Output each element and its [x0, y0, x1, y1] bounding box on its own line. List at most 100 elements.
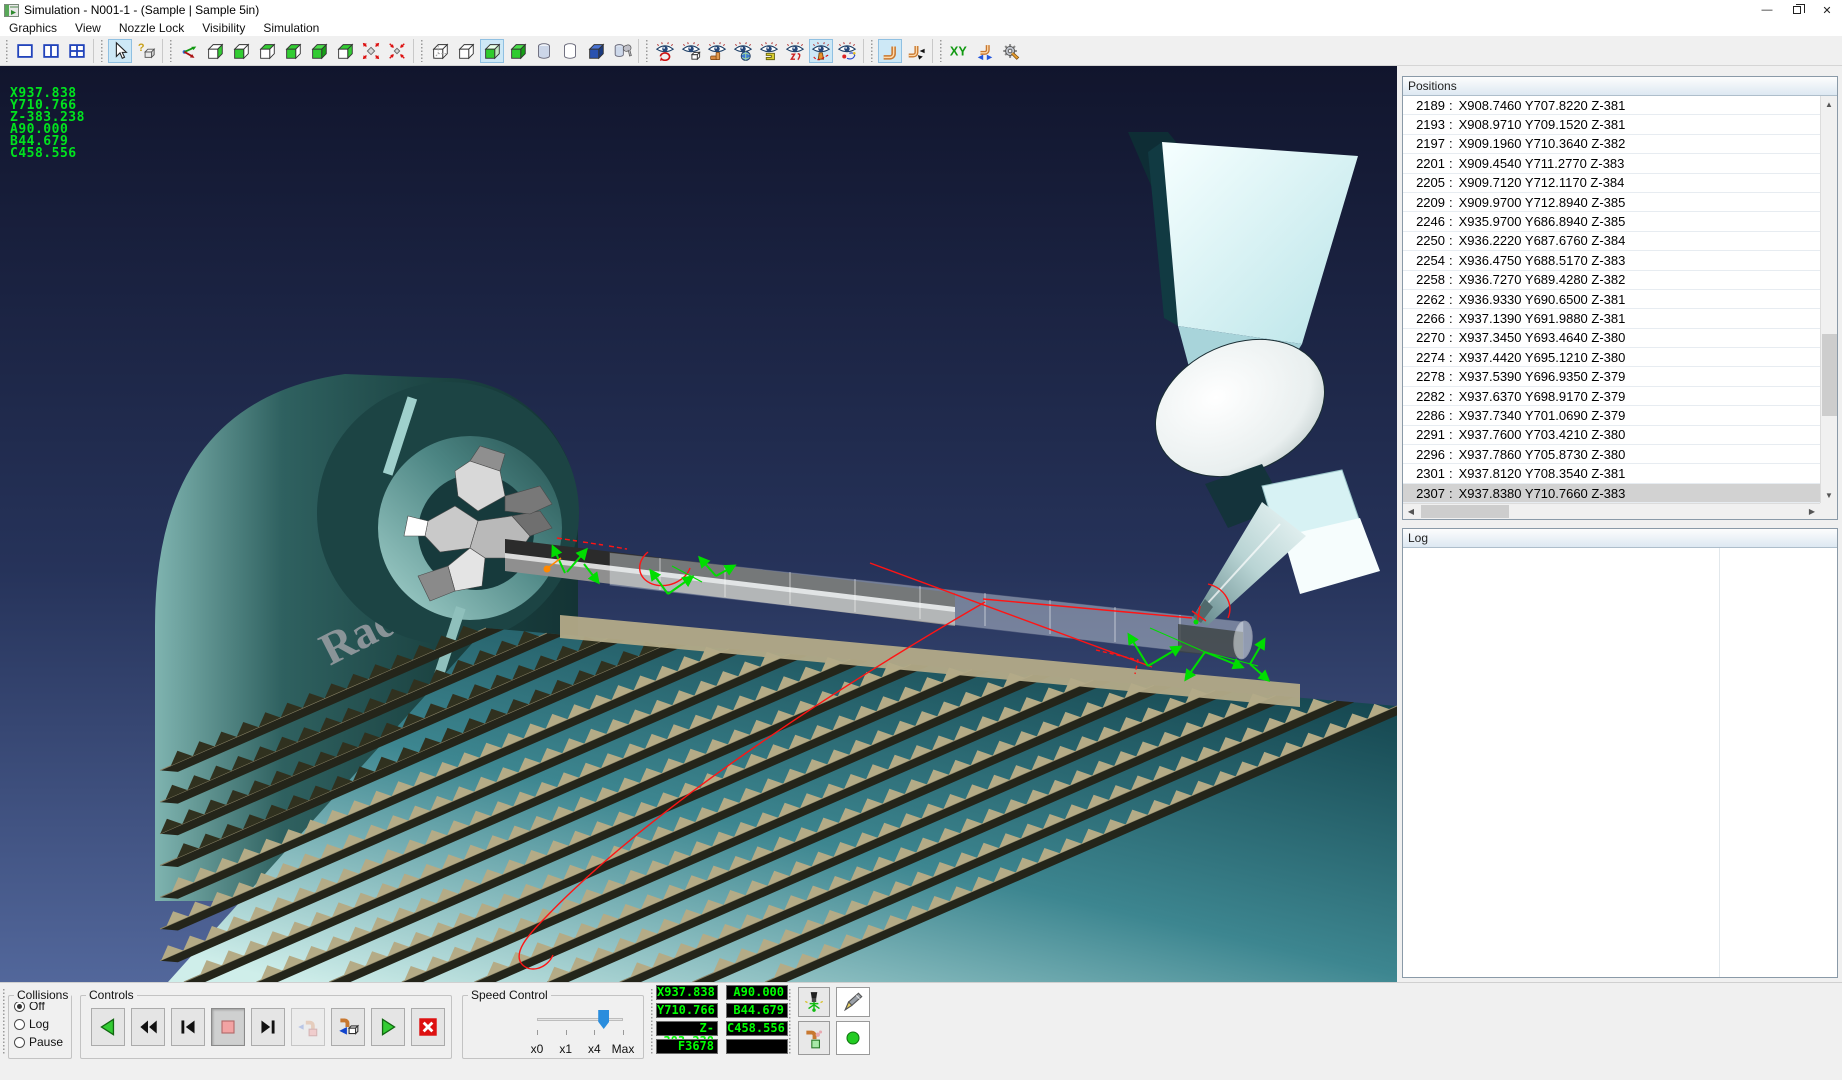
toolbar-button-view-cube-solid[interactable] [307, 39, 331, 63]
toolbar-button-cube-outline[interactable] [454, 39, 478, 63]
vscroll-thumb[interactable] [1822, 334, 1837, 416]
collision-option-pause[interactable]: Pause [14, 1034, 71, 1050]
hscroll-thumb[interactable] [1421, 505, 1509, 518]
toolbar-button-view-cube-front[interactable] [229, 39, 253, 63]
position-row[interactable]: 2201:X909.4540 Y711.2770 Z-383 [1403, 154, 1820, 173]
toolbar-button-axes-triad[interactable] [177, 39, 201, 63]
menu-view[interactable]: View [66, 20, 110, 36]
menu-simulation[interactable]: Simulation [254, 20, 328, 36]
scroll-left-icon[interactable]: ◀ [1403, 504, 1419, 519]
toolbar-button-zoom-extents[interactable] [359, 39, 383, 63]
toolbar-button-eye-profile[interactable] [783, 39, 807, 63]
toolbar-gripper[interactable] [645, 40, 649, 62]
toolbar-button-view-cube-left[interactable] [203, 39, 227, 63]
restore-button[interactable] [1782, 0, 1812, 20]
scroll-down-icon[interactable]: ▼ [1821, 487, 1837, 503]
radio-icon[interactable] [14, 1037, 25, 1048]
position-row[interactable]: 2254:X936.4750 Y688.5170 Z-383 [1403, 251, 1820, 270]
position-row[interactable]: 2262:X936.9330 Y690.6500 Z-381 [1403, 290, 1820, 309]
position-row[interactable]: 2270:X937.3450 Y693.4640 Z-380 [1403, 329, 1820, 348]
toolbar-button-eye-toolpath[interactable] [809, 39, 833, 63]
viewport-3d[interactable]: Radtube [0, 66, 1397, 982]
control-button-abort[interactable] [411, 1008, 445, 1046]
toolbar-button-query-cube[interactable]: ? [134, 39, 158, 63]
toolbar-button-tube-segment[interactable] [878, 39, 902, 63]
minimize-button[interactable]: — [1752, 0, 1782, 20]
radio-icon[interactable] [14, 1001, 25, 1012]
position-row[interactable]: 2282:X937.6370 Y698.9170 Z-379 [1403, 387, 1820, 406]
control-button-play-forward[interactable] [371, 1008, 405, 1046]
positions-horizontal-scrollbar[interactable]: ◀ ▶ [1403, 503, 1820, 519]
toolbar-button-cursor-arrow[interactable] [108, 39, 132, 63]
close-button[interactable]: ✕ [1812, 0, 1842, 20]
toolbar-button-eye-world[interactable] [731, 39, 755, 63]
toolbar-gripper[interactable] [420, 40, 424, 62]
toolbar-button-xy-readout[interactable]: XY [947, 39, 971, 63]
toolbar-button-view-cube-back[interactable] [333, 39, 357, 63]
toolbar-button-cylinder-shaded[interactable] [532, 39, 556, 63]
toolbar-button-settings-gear[interactable] [999, 39, 1023, 63]
toolbar-gripper[interactable] [2, 989, 6, 1055]
position-row[interactable]: 2301:X937.8120 Y708.3540 Z-381 [1403, 464, 1820, 483]
slider-track[interactable] [537, 1018, 623, 1021]
toolbar-gripper[interactable] [870, 40, 874, 62]
toolbar-button-view-cube-right[interactable] [281, 39, 305, 63]
toolbar-button-eye-points[interactable] [835, 39, 859, 63]
toolbar-gripper[interactable] [939, 40, 943, 62]
control-button-step-first[interactable] [171, 1008, 205, 1046]
position-row[interactable]: 2205:X909.7120 Y712.1170 Z-384 [1403, 174, 1820, 193]
toolbar-gripper[interactable] [169, 40, 173, 62]
toolbar-button-pane-quad[interactable] [65, 39, 89, 63]
quick-button-tube-inspect[interactable] [798, 1021, 830, 1055]
toolbar-button-eye-stock[interactable] [679, 39, 703, 63]
quick-button-green-stop-dot[interactable] [836, 1021, 870, 1055]
toolbar-button-cube-solid-green[interactable] [506, 39, 530, 63]
control-button-run-to-point[interactable] [331, 1008, 365, 1046]
toolbar-button-pane-split[interactable] [39, 39, 63, 63]
menu-nozzle-lock[interactable]: Nozzle Lock [110, 20, 193, 36]
quick-button-nozzle-fire[interactable] [798, 987, 830, 1017]
menu-visibility[interactable]: Visibility [193, 20, 254, 36]
position-row[interactable]: 2307:X937.8380 Y710.7660 Z-383 [1403, 484, 1820, 503]
position-row[interactable]: 2286:X937.7340 Y701.0690 Z-379 [1403, 406, 1820, 425]
position-row[interactable]: 2266:X937.1390 Y691.9880 Z-381 [1403, 309, 1820, 328]
menu-graphics[interactable]: Graphics [0, 20, 66, 36]
toolbar-button-zoom-window[interactable] [385, 39, 409, 63]
scroll-up-icon[interactable]: ▲ [1821, 96, 1837, 112]
control-button-play-reverse[interactable] [91, 1008, 125, 1046]
toolbar-button-cube-shaded-blue[interactable] [584, 39, 608, 63]
scroll-right-icon[interactable]: ▶ [1804, 504, 1820, 519]
toolbar-button-view-cube-top[interactable] [255, 39, 279, 63]
position-row[interactable]: 2296:X937.7860 Y705.8730 Z-380 [1403, 445, 1820, 464]
position-row[interactable]: 2278:X937.5390 Y696.9350 Z-379 [1403, 367, 1820, 386]
toolbar-button-eye-rotate[interactable] [653, 39, 677, 63]
toolbar-gripper[interactable] [650, 989, 654, 1055]
position-row[interactable]: 2189:X908.7460 Y707.8220 Z-381 [1403, 96, 1820, 115]
toolbar-button-cylinder-config[interactable] [610, 39, 634, 63]
toolbar-button-cube-wireframe[interactable] [428, 39, 452, 63]
slider-thumb[interactable] [598, 1010, 609, 1029]
control-button-rewind[interactable] [131, 1008, 165, 1046]
toolbar-button-pane-single[interactable] [13, 39, 37, 63]
speed-slider[interactable] [537, 1010, 623, 1040]
control-button-step-last[interactable] [251, 1008, 285, 1046]
position-row[interactable]: 2274:X937.4420 Y695.1210 Z-380 [1403, 348, 1820, 367]
position-row[interactable]: 2250:X936.2220 Y687.6760 Z-384 [1403, 232, 1820, 251]
toolbar-button-cube-green[interactable] [480, 39, 504, 63]
positions-vertical-scrollbar[interactable]: ▲ ▼ [1820, 96, 1837, 503]
position-row[interactable]: 2193:X908.9710 Y709.1520 Z-381 [1403, 115, 1820, 134]
toolbar-button-cylinder-outline[interactable] [558, 39, 582, 63]
toolbar-button-tube-split[interactable] [904, 39, 928, 63]
radio-icon[interactable] [14, 1019, 25, 1030]
position-row[interactable]: 2258:X936.7270 Y689.4280 Z-382 [1403, 271, 1820, 290]
toolbar-button-tube-move[interactable] [973, 39, 997, 63]
position-row[interactable]: 2209:X909.9700 Y712.8940 Z-385 [1403, 193, 1820, 212]
quick-button-marker-pen[interactable] [836, 987, 870, 1017]
toolbar-gripper[interactable] [788, 989, 792, 1055]
position-row[interactable]: 2197:X909.1960 Y710.3640 Z-382 [1403, 135, 1820, 154]
toolbar-gripper[interactable] [5, 40, 9, 62]
collision-option-log[interactable]: Log [14, 1016, 71, 1032]
toolbar-button-eye-tube[interactable] [705, 39, 729, 63]
position-row[interactable]: 2246:X935.9700 Y686.8940 Z-385 [1403, 212, 1820, 231]
toolbar-gripper[interactable] [100, 40, 104, 62]
